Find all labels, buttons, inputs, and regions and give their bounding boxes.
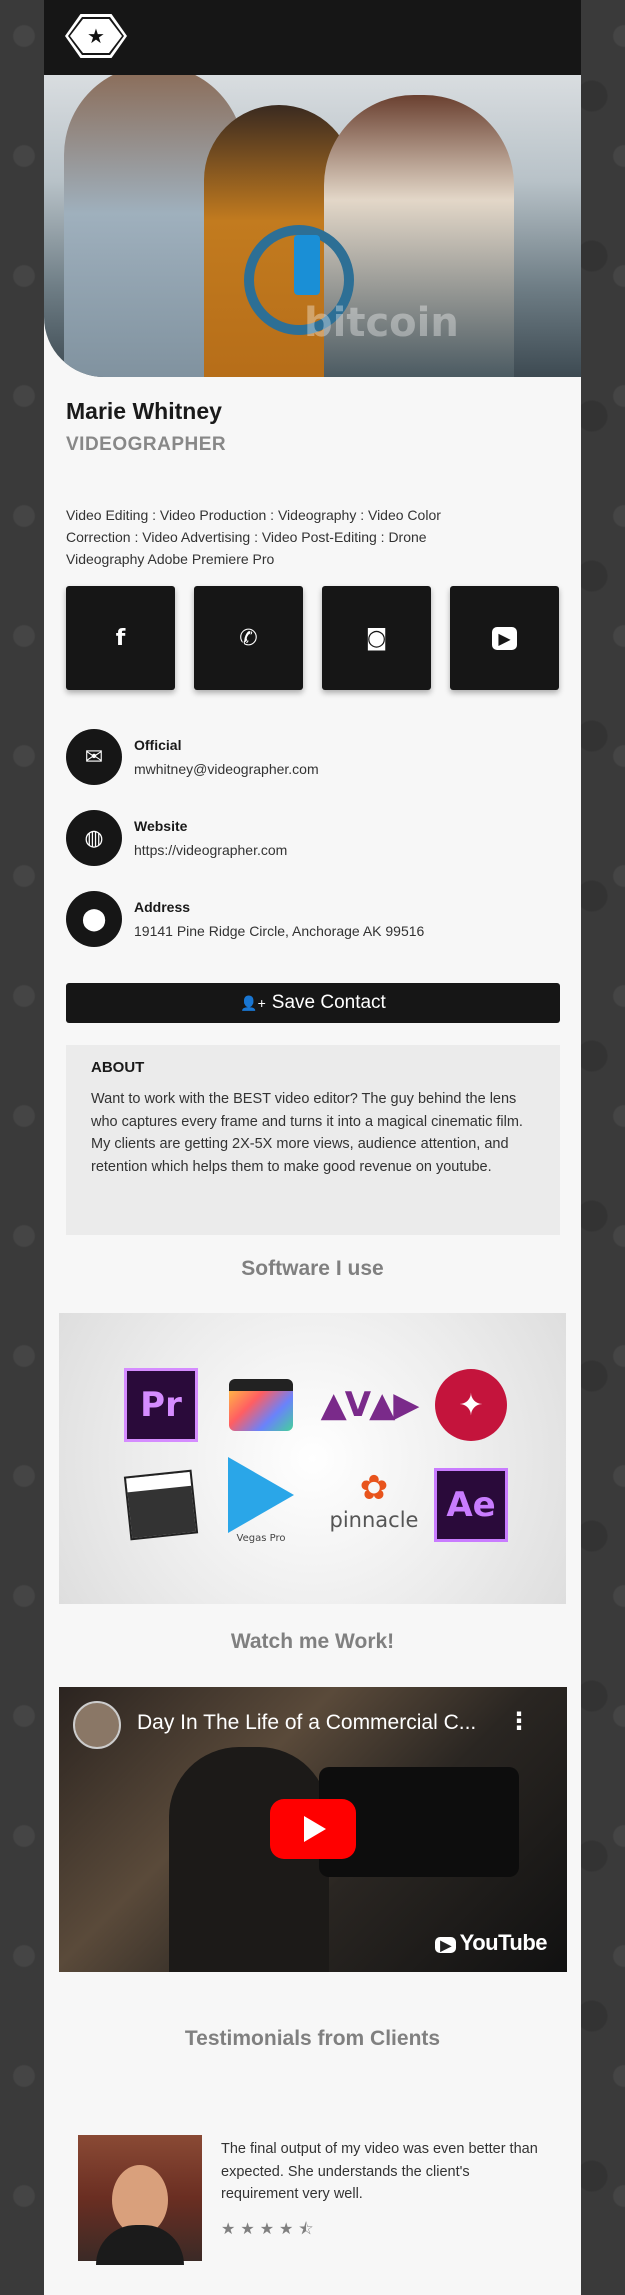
- phone-button[interactable]: ✆: [194, 586, 303, 690]
- clapperboard-icon: [123, 1468, 199, 1542]
- software-heading: Software I use: [241, 1257, 384, 1280]
- youtube-video-embed[interactable]: Day In The Life of a Commercial C... ⋮ ▶…: [59, 1687, 567, 1972]
- mail-icon: ✉: [66, 729, 122, 785]
- phone-icon: ✆: [239, 625, 258, 651]
- social-buttons: f ✆ ◙ ▶: [66, 586, 559, 690]
- star-icon: ★: [70, 19, 122, 53]
- contact-website-link[interactable]: https://videographer.com: [134, 842, 287, 858]
- facebook-icon: f: [115, 625, 126, 651]
- top-bar: ★: [44, 0, 581, 75]
- davinci-resolve-icon: ✦: [434, 1368, 508, 1442]
- software-logos-image: Pr ▲V▲▶ ✦ Vegas Pro ✿ pinnacle Ae: [59, 1313, 566, 1604]
- globe-icon: ◍: [66, 810, 122, 866]
- premiere-pro-icon: Pr: [124, 1368, 198, 1442]
- work-heading: Watch me Work!: [230, 1630, 395, 1653]
- contact-website[interactable]: ◍ Website https://videographer.com: [66, 810, 287, 866]
- pinnacle-icon: ✿ pinnacle: [329, 1468, 419, 1532]
- phone-on-tripod: [294, 235, 320, 295]
- avid-icon: ▲V▲▶: [320, 1385, 420, 1425]
- save-contact-label: Save Contact: [271, 992, 386, 1013]
- about-text: Want to work with the BEST video editor?…: [91, 1091, 523, 1175]
- profile-card: ★ bitcoin Marie Whitney VIDEOGRAPHER Vid…: [44, 0, 581, 2295]
- final-cut-pro-icon: [224, 1368, 298, 1442]
- youtube-button[interactable]: ▶: [450, 586, 559, 690]
- youtube-icon: ▶: [492, 626, 517, 650]
- video-menu-icon[interactable]: ⋮: [507, 1707, 531, 1735]
- profile-name: Marie Whitney: [66, 398, 222, 424]
- location-pin-icon: ⬤: [66, 891, 122, 947]
- play-button[interactable]: [270, 1799, 356, 1859]
- contact-address-text[interactable]: 19141 Pine Ridge Circle, Anchorage AK 99…: [134, 923, 424, 939]
- contact-address[interactable]: ⬤ Address 19141 Pine Ridge Circle, Ancho…: [66, 891, 424, 947]
- instagram-button[interactable]: ◙: [322, 586, 431, 690]
- contact-label: Website: [134, 818, 188, 834]
- contact-official[interactable]: ✉ Official mwhitney@videographer.com: [66, 729, 319, 785]
- testimonials-heading: Testimonials from Clients: [184, 2027, 441, 2050]
- about-heading: ABOUT: [91, 1059, 145, 1076]
- contact-email[interactable]: mwhitney@videographer.com: [134, 761, 319, 777]
- save-contact-button[interactable]: 👤+ Save Contact: [66, 983, 560, 1023]
- instagram-icon: ◙: [365, 625, 388, 651]
- rating-stars: ★★★★⯪: [221, 2219, 319, 2238]
- hero-watermark: bitcoin: [304, 300, 459, 346]
- channel-avatar[interactable]: [73, 1701, 121, 1749]
- youtube-logo[interactable]: ▶ YouTube: [435, 1930, 548, 1956]
- brand-logo[interactable]: ★: [65, 14, 127, 58]
- facebook-button[interactable]: f: [66, 586, 175, 690]
- testimonial-text: The final output of my video was even be…: [221, 2141, 538, 2202]
- profile-skills: Video Editing : Video Production : Video…: [66, 507, 441, 567]
- vegas-pro-icon: Vegas Pro: [224, 1456, 298, 1544]
- contact-label: Official: [134, 737, 182, 753]
- client-photo: [78, 2135, 202, 2265]
- about-section: ABOUT Want to work with the BEST video e…: [66, 1045, 560, 1235]
- hero-photo: bitcoin: [44, 75, 581, 377]
- after-effects-icon: Ae: [434, 1468, 508, 1542]
- contact-label: Address: [134, 899, 191, 915]
- add-user-icon: 👤+: [240, 994, 266, 1011]
- profile-title: VIDEOGRAPHER: [66, 434, 227, 455]
- video-title[interactable]: Day In The Life of a Commercial C...: [137, 1711, 476, 1735]
